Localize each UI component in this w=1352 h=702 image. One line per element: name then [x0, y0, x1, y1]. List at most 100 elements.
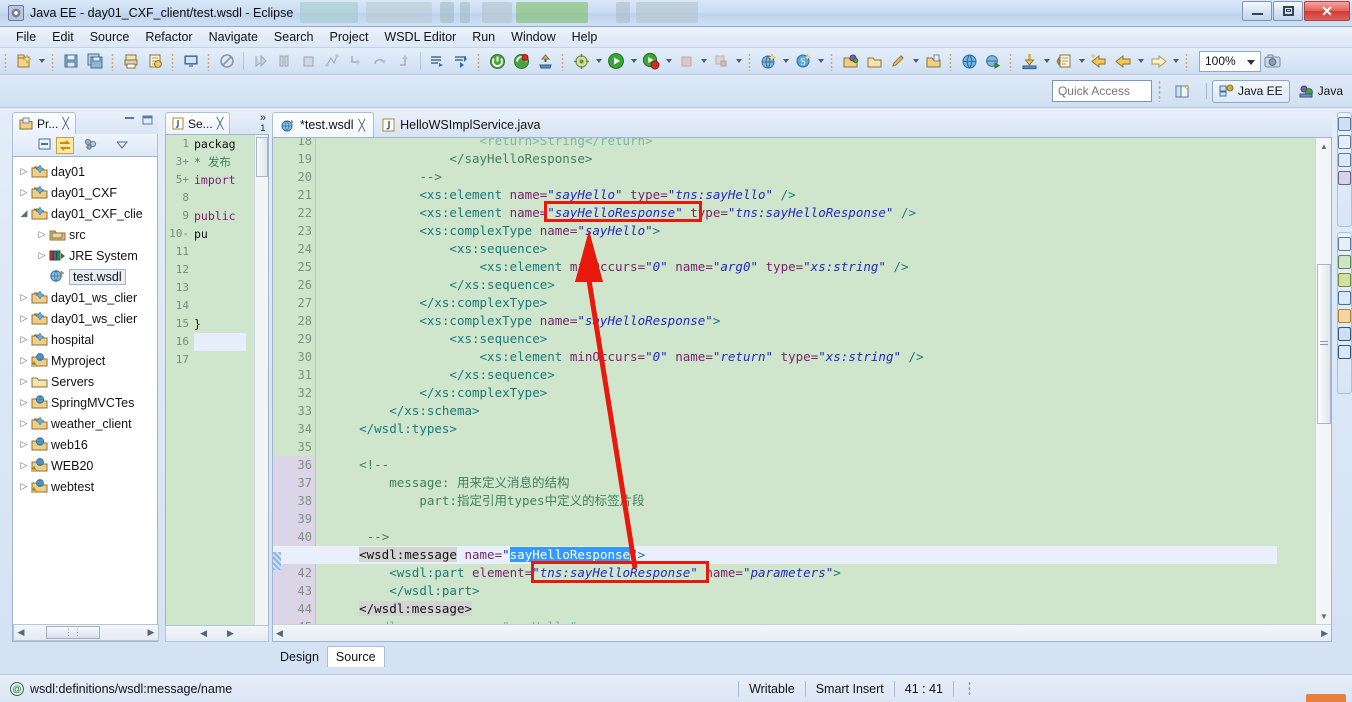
- scroll-right-arrow[interactable]: ▶: [227, 628, 234, 639]
- stop-alt-dropdown-icon[interactable]: [733, 50, 744, 72]
- editor-code-line[interactable]: [329, 438, 1331, 456]
- skip-breakpoints-icon[interactable]: [450, 50, 472, 72]
- toolbar-grip[interactable]: [206, 51, 212, 71]
- editor-body[interactable]: 181920212223-24-25262728-29-303132333435…: [272, 137, 1332, 642]
- editor-code-line[interactable]: </xs:complexType>: [329, 384, 1331, 402]
- editor-code-line[interactable]: part:指定引用types中定义的标签片段: [329, 492, 1331, 510]
- tree-item-day01-cxf-clie[interactable]: ◢ day01_CXF_clie: [17, 203, 157, 224]
- link-with-editor-icon[interactable]: [56, 136, 74, 154]
- previous-edit-icon[interactable]: [1053, 50, 1075, 72]
- editor-line-number[interactable]: 24-: [273, 240, 326, 258]
- tab-secondary-editor[interactable]: Se... ╳: [165, 112, 231, 134]
- scroll-left-arrow[interactable]: ◀: [14, 627, 28, 638]
- tree-item-day01[interactable]: ▷ day01: [17, 161, 157, 182]
- editor-code-line[interactable]: -->: [329, 528, 1331, 546]
- run-external-icon[interactable]: [640, 50, 662, 72]
- editor-line-number[interactable]: 38: [273, 492, 315, 510]
- editor-line-number[interactable]: 21: [273, 186, 315, 204]
- pencil-dropdown-icon[interactable]: [910, 50, 921, 72]
- menu-search[interactable]: Search: [266, 28, 322, 46]
- download-dropdown-icon[interactable]: [1041, 50, 1052, 72]
- save-all-icon[interactable]: [84, 50, 106, 72]
- minimize-view-icon[interactable]: [123, 114, 136, 130]
- search-icon[interactable]: S: [792, 50, 814, 72]
- collapsed-arrow-icon[interactable]: ▷: [17, 439, 31, 450]
- back-dropdown-icon[interactable]: [1135, 50, 1146, 72]
- console-view-icon[interactable]: [1338, 327, 1351, 341]
- collapsed-arrow-icon[interactable]: ▷: [17, 166, 31, 177]
- open-task-icon[interactable]: [863, 50, 885, 72]
- close-icon[interactable]: ╳: [359, 119, 366, 132]
- step-filters-icon[interactable]: [321, 50, 343, 72]
- data-source-view-icon[interactable]: [1338, 291, 1351, 305]
- editor-code-line[interactable]: <xs:sequence>: [329, 240, 1331, 258]
- secondary-editor-body[interactable]: 1 3+ 5+ 8 9 10- 11 12 13 14 15 16 17 packag * 发布 impo…: [165, 134, 269, 642]
- pause-icon[interactable]: [273, 50, 295, 72]
- step-into-icon[interactable]: [345, 50, 367, 72]
- run-dropdown-icon[interactable]: [628, 50, 639, 72]
- open-type-icon[interactable]: [839, 50, 861, 72]
- toolbar-grip[interactable]: [948, 51, 954, 71]
- status-resize-grip[interactable]: [968, 680, 972, 697]
- menu-navigate[interactable]: Navigate: [201, 28, 266, 46]
- secondary-hscrollbar[interactable]: ◀ ▶: [165, 625, 269, 642]
- menu-file[interactable]: File: [8, 28, 44, 46]
- progress-view-icon[interactable]: [1338, 345, 1351, 359]
- scroll-left-arrow[interactable]: ◀: [276, 628, 283, 639]
- menu-refactor[interactable]: Refactor: [137, 28, 200, 46]
- menu-wsdl-editor[interactable]: WSDL Editor: [376, 28, 464, 46]
- editor-code-line[interactable]: </wsdl:message>: [329, 600, 1331, 618]
- menu-run[interactable]: Run: [464, 28, 503, 46]
- outline-view-icon[interactable]: [1338, 117, 1351, 131]
- open-resource-icon[interactable]: [922, 50, 944, 72]
- editor-line-number[interactable]: 33: [273, 402, 315, 420]
- scroll-down-arrow[interactable]: ▼: [1316, 608, 1331, 624]
- editor-line-number[interactable]: 30: [273, 348, 315, 366]
- collapsed-arrow-icon[interactable]: ▷: [17, 460, 31, 471]
- editor-line-number[interactable]: 23-: [273, 222, 326, 240]
- editor-line-number[interactable]: 29-: [273, 330, 326, 348]
- editor-line-number[interactable]: 44: [273, 600, 315, 618]
- tree-item-jre-system[interactable]: ▷ JRE System: [17, 245, 157, 266]
- project-explorer-hscrollbar[interactable]: ◀ ⋮⋮ ▶: [13, 624, 159, 641]
- editor-code-line[interactable]: <xs:element minOccurs="0" name="return" …: [329, 348, 1331, 366]
- menu-edit[interactable]: Edit: [44, 28, 82, 46]
- editor-code-line[interactable]: <xs:sequence>: [329, 330, 1331, 348]
- collapsed-arrow-icon[interactable]: ▷: [17, 355, 31, 366]
- stop-icon[interactable]: [675, 50, 697, 72]
- markers-view-icon[interactable]: [1338, 237, 1351, 251]
- previous-edit-dropdown-icon[interactable]: [1076, 50, 1087, 72]
- console-icon[interactable]: [180, 50, 202, 72]
- editor-source-text[interactable]: <return>String</return> </sayHelloRespon…: [273, 138, 1331, 634]
- editor-code-line[interactable]: <xs:element name="sayHelloResponse" type…: [329, 204, 1331, 222]
- run-icon[interactable]: [605, 50, 627, 72]
- vscroll-thumb[interactable]: [1317, 264, 1331, 424]
- collapsed-arrow-icon[interactable]: ▷: [17, 334, 31, 345]
- import-view-icon[interactable]: [1338, 255, 1351, 269]
- forward-icon[interactable]: [1147, 50, 1169, 72]
- editor-code-line[interactable]: </wsdl:types>: [329, 420, 1331, 438]
- scroll-right-arrow[interactable]: ▶: [1321, 628, 1328, 639]
- editor-code-line[interactable]: <xs:complexType name="sayHelloResponse">: [329, 312, 1331, 330]
- editor-code-line[interactable]: <xs:element name="sayHello" type="tns:sa…: [329, 186, 1331, 204]
- collapsed-arrow-icon[interactable]: ▷: [17, 187, 31, 198]
- editor-line-number[interactable]: 36-: [273, 456, 326, 474]
- collapse-all-icon[interactable]: [37, 136, 53, 155]
- editor-line-number[interactable]: 19: [273, 150, 315, 168]
- forward-dropdown-icon[interactable]: [1170, 50, 1181, 72]
- editor-line-number[interactable]: 43: [273, 582, 315, 600]
- maximize-button[interactable]: [1273, 1, 1303, 21]
- editor-vscrollbar[interactable]: ▲ ▼: [1315, 138, 1331, 624]
- minimize-button[interactable]: [1242, 1, 1272, 21]
- scroll-left-arrow[interactable]: ◀: [200, 628, 207, 639]
- tab-hellowsimplservice-java[interactable]: HelloWSImplService.java: [374, 112, 548, 137]
- close-icon[interactable]: ╳: [62, 117, 69, 130]
- perspective-java[interactable]: Java: [1292, 80, 1350, 103]
- collapsed-arrow-icon[interactable]: ▷: [35, 250, 49, 261]
- collapsed-arrow-icon[interactable]: ▷: [17, 397, 31, 408]
- maximize-view-icon[interactable]: [141, 114, 154, 130]
- toolbar-grip[interactable]: [829, 51, 835, 71]
- toolbar-grip[interactable]: [1008, 51, 1014, 71]
- editor-code-line[interactable]: <wsdl:message name="sayHelloResponse">: [273, 546, 1277, 564]
- menu-window[interactable]: Window: [503, 28, 563, 46]
